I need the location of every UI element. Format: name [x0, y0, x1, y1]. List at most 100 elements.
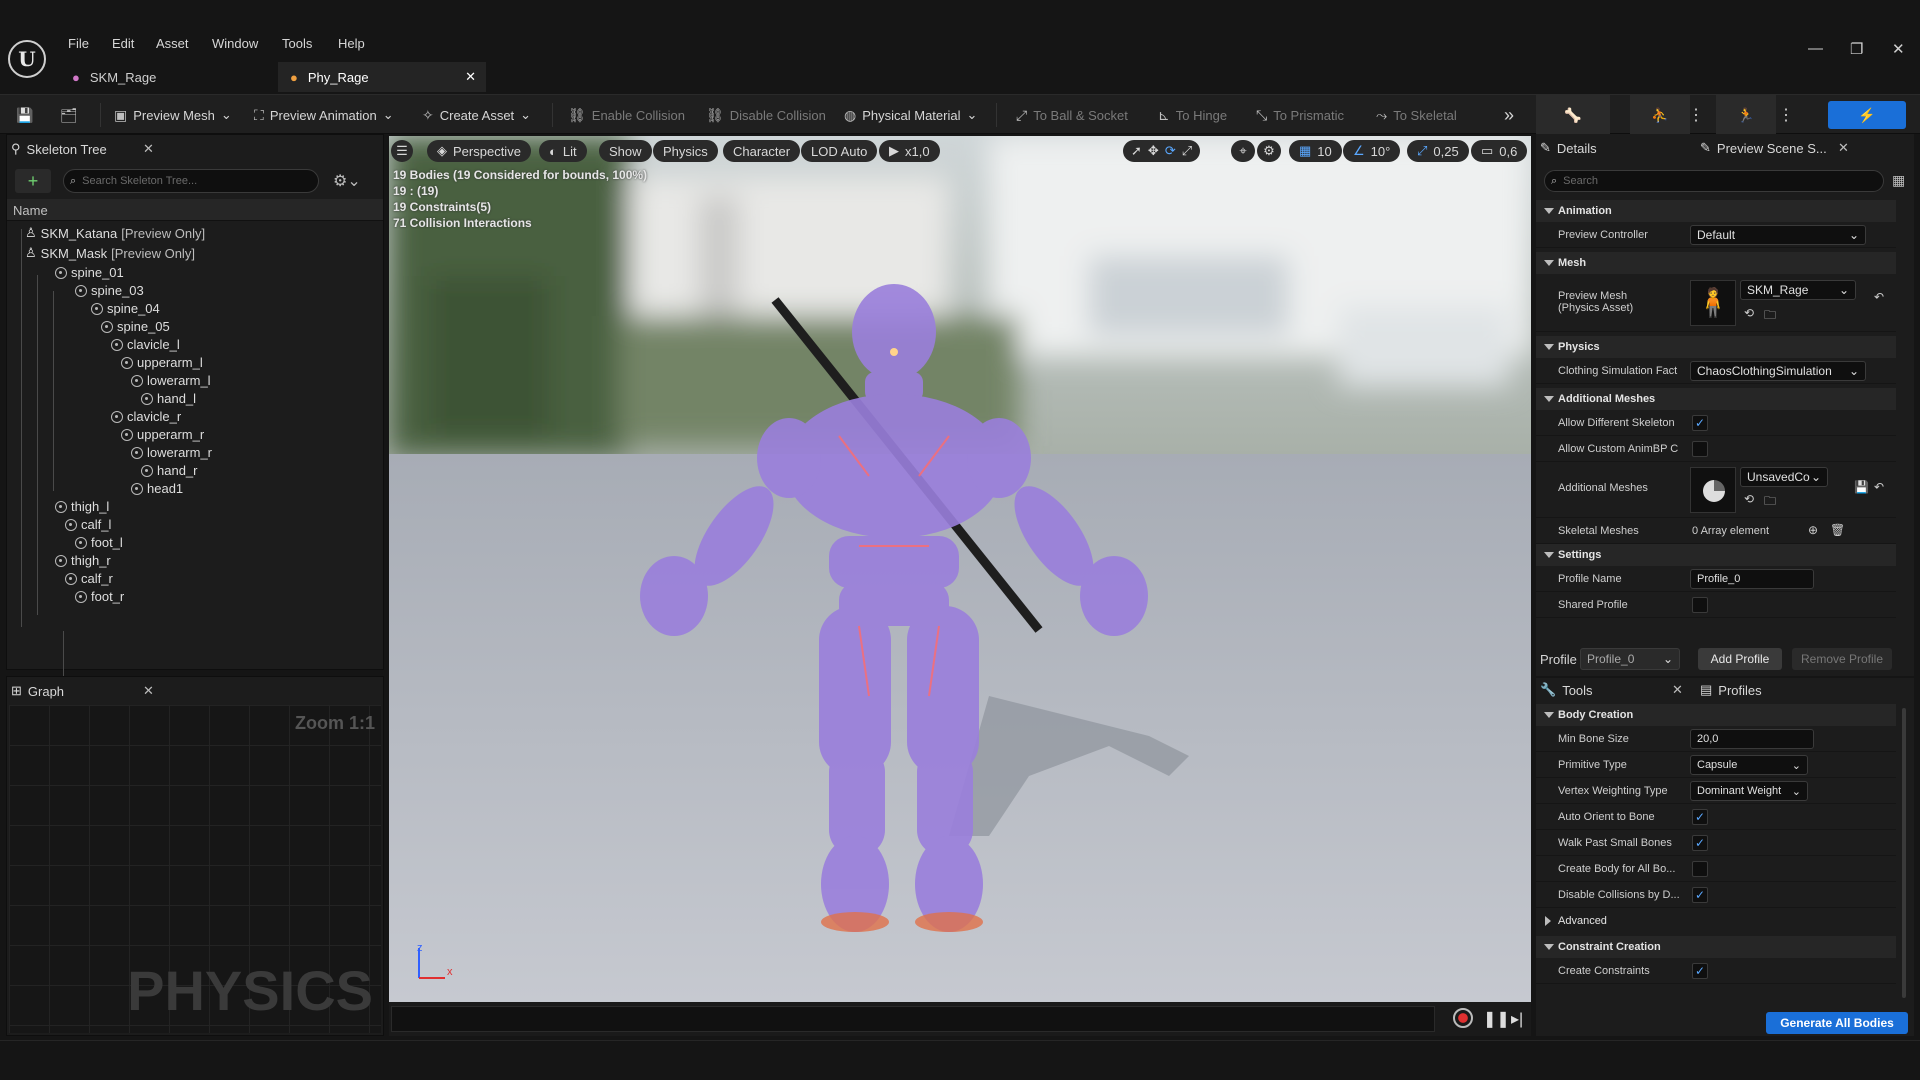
- unreal-logo-icon[interactable]: U: [8, 40, 46, 78]
- angle-snap-button[interactable]: ∠ 10°: [1343, 140, 1401, 162]
- preview-mesh-dropdown[interactable]: SKM_Rage ⌄: [1740, 280, 1856, 300]
- section-animation[interactable]: Animation: [1536, 200, 1896, 222]
- tree-item-bone[interactable]: thigh_r: [55, 553, 111, 568]
- tab-profiles[interactable]: ▤ Profiles: [1700, 678, 1762, 702]
- restore-icon[interactable]: ❐: [1850, 40, 1863, 58]
- animation-mode-button[interactable]: 🏃: [1716, 95, 1776, 135]
- tree-item-bone[interactable]: upperarm_r: [121, 427, 204, 442]
- close-icon[interactable]: ✕: [1838, 140, 1849, 156]
- menu-window[interactable]: Window: [212, 36, 258, 51]
- tree-item-bone[interactable]: hand_l: [141, 391, 196, 406]
- to-ball-socket-button[interactable]: ⤢ To Ball & Socket: [1016, 95, 1128, 135]
- world-local-icon[interactable]: ⌖: [1231, 140, 1255, 162]
- viewport-menu-icon[interactable]: ☰: [391, 140, 413, 162]
- reset-icon[interactable]: ↶: [1874, 480, 1884, 494]
- clothing-dropdown[interactable]: ChaosClothingSimulation ⌄: [1690, 361, 1866, 381]
- tree-item-bone[interactable]: foot_l: [75, 535, 123, 550]
- section-advanced[interactable]: Advanced: [1536, 910, 1896, 932]
- timeline-scrub[interactable]: [391, 1006, 1435, 1032]
- show-button[interactable]: Show: [599, 140, 652, 162]
- section-physics[interactable]: Physics: [1536, 336, 1896, 358]
- tab-phy-rage[interactable]: ● Phy_Rage ✕: [278, 62, 486, 92]
- pause-icon[interactable]: ❚❚: [1483, 1009, 1510, 1029]
- close-icon[interactable]: ✕: [143, 683, 154, 699]
- tree-item-skm-katana[interactable]: ♙ SKM_Katana [Preview Only]: [25, 225, 205, 241]
- browse-icon[interactable]: 🗀: [1764, 492, 1776, 513]
- close-icon[interactable]: ✕: [1672, 682, 1683, 698]
- trash-icon[interactable]: 🗑: [1830, 523, 1845, 537]
- to-hinge-button[interactable]: ⊾ To Hinge: [1158, 95, 1227, 135]
- options-icon-2[interactable]: ⋮: [1778, 95, 1794, 135]
- record-icon[interactable]: [1453, 1008, 1473, 1028]
- tab-graph[interactable]: ⊞ Graph: [11, 679, 64, 703]
- section-mesh[interactable]: Mesh: [1536, 252, 1896, 274]
- graph-canvas[interactable]: Zoom 1:1 PHYSICS: [9, 705, 381, 1033]
- skeleton-mode-button[interactable]: 🦴: [1536, 95, 1610, 135]
- remove-profile-button[interactable]: Remove Profile: [1792, 648, 1892, 670]
- step-forward-icon[interactable]: ▸|: [1511, 1009, 1523, 1029]
- scale-snap-button[interactable]: ⤢ 0,25: [1407, 140, 1469, 162]
- tree-item-bone[interactable]: upperarm_l: [121, 355, 203, 370]
- allow-custom-anim-checkbox[interactable]: [1692, 441, 1708, 457]
- allow-different-skeleton-checkbox[interactable]: ✓: [1692, 415, 1708, 431]
- more-icon[interactable]: »: [1504, 95, 1514, 135]
- add-profile-button[interactable]: Add Profile: [1698, 648, 1782, 670]
- close-icon[interactable]: ✕: [143, 141, 154, 157]
- preview-animation-button[interactable]: ⛶ Preview Animation ⌄: [254, 95, 394, 135]
- lod-button[interactable]: LOD Auto: [801, 140, 878, 162]
- tree-item-skm-mask[interactable]: ♙ SKM_Mask [Preview Only]: [25, 245, 195, 261]
- min-bone-size-input[interactable]: 20,0: [1690, 729, 1814, 749]
- skeleton-search-input[interactable]: ⌕ Search Skeleton Tree...: [63, 169, 319, 193]
- details-search-input[interactable]: ⌕ Search: [1544, 170, 1884, 192]
- tab-preview-scene[interactable]: ✎ Preview Scene S...: [1700, 136, 1827, 160]
- mesh-thumbnail[interactable]: 🧍: [1690, 280, 1736, 326]
- section-additional-meshes[interactable]: Additional Meshes: [1536, 388, 1896, 410]
- additional-meshes-dropdown[interactable]: UnsavedCo ⌄: [1740, 467, 1828, 487]
- menu-tools[interactable]: Tools: [282, 36, 312, 51]
- preview-mesh-button[interactable]: ▣ Preview Mesh ⌄: [114, 95, 232, 135]
- play-speed-button[interactable]: ▶ x1,0: [879, 140, 940, 162]
- minimize-icon[interactable]: —: [1808, 40, 1823, 57]
- tree-item-bone[interactable]: lowerarm_l: [131, 373, 211, 388]
- table-view-icon[interactable]: ▦: [1892, 172, 1905, 189]
- mesh-mode-button[interactable]: ⛹: [1630, 95, 1690, 135]
- physics-mode-button[interactable]: ⚡: [1828, 101, 1906, 129]
- lit-button[interactable]: ◐ Lit: [539, 140, 587, 162]
- tree-item-bone[interactable]: thigh_l: [55, 499, 109, 514]
- surface-snap-icon[interactable]: ⚙: [1257, 140, 1281, 162]
- to-prismatic-button[interactable]: ⤡ To Prismatic: [1256, 95, 1344, 135]
- menu-asset[interactable]: Asset: [156, 36, 189, 51]
- tree-item-bone[interactable]: spine_04: [91, 301, 160, 316]
- profile-dropdown[interactable]: Profile_0 ⌄: [1580, 648, 1680, 670]
- transform-tools[interactable]: ➚ ✥ ⟳ ⤢: [1123, 140, 1201, 162]
- auto-orient-checkbox[interactable]: ✓: [1692, 809, 1708, 825]
- enable-collision-button[interactable]: ⛓ Enable Collision: [568, 95, 685, 135]
- physical-material-button[interactable]: ◍ Physical Material ⌄: [844, 95, 977, 135]
- disable-collisions-checkbox[interactable]: ✓: [1692, 887, 1708, 903]
- shared-profile-checkbox[interactable]: [1692, 597, 1708, 613]
- create-constraints-checkbox[interactable]: ✓: [1692, 963, 1708, 979]
- disable-collision-button[interactable]: ⛓ Disable Collision: [706, 95, 826, 135]
- vertex-weighting-dropdown[interactable]: Dominant Weight ⌄: [1690, 781, 1808, 801]
- tab-details[interactable]: ✎ Details: [1540, 136, 1597, 160]
- section-constraint-creation[interactable]: Constraint Creation: [1536, 936, 1896, 958]
- camera-speed-button[interactable]: ▭ 0,6: [1471, 140, 1528, 162]
- menu-edit[interactable]: Edit: [112, 36, 134, 51]
- tree-item-bone[interactable]: calf_l: [65, 517, 111, 532]
- tree-item-bone[interactable]: spine_05: [101, 319, 170, 334]
- save-icon[interactable]: 💾: [16, 95, 33, 135]
- to-skeletal-button[interactable]: ⤳ To Skeletal: [1376, 95, 1457, 135]
- tab-tools[interactable]: 🔧 Tools: [1540, 678, 1593, 702]
- menu-help[interactable]: Help: [338, 36, 365, 51]
- scrollbar[interactable]: [1902, 708, 1906, 998]
- tree-item-bone[interactable]: calf_r: [65, 571, 113, 586]
- add-element-icon[interactable]: ⊕: [1808, 523, 1818, 537]
- save-icon[interactable]: 💾: [1854, 480, 1869, 494]
- walk-past-checkbox[interactable]: ✓: [1692, 835, 1708, 851]
- create-body-all-checkbox[interactable]: [1692, 861, 1708, 877]
- tab-skm-rage[interactable]: ● SKM_Rage: [60, 62, 272, 92]
- tree-item-bone[interactable]: clavicle_l: [111, 337, 180, 352]
- close-window-icon[interactable]: ✕: [1892, 40, 1905, 58]
- perspective-button[interactable]: ◈ Perspective: [427, 140, 531, 162]
- gear-icon[interactable]: ⚙⌄: [333, 171, 361, 191]
